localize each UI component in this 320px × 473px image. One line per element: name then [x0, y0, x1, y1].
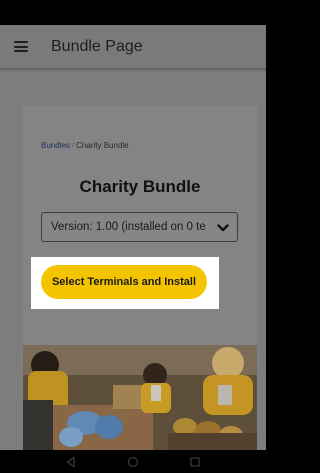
- home-circle-icon[interactable]: [127, 456, 139, 468]
- charity-volunteers-photo: [23, 345, 257, 450]
- system-nav-bar: [0, 450, 266, 473]
- app-bar: Bundle Page: [0, 25, 266, 68]
- select-terminals-install-button[interactable]: Select Terminals and Install: [41, 265, 207, 299]
- bundle-image: [23, 345, 257, 450]
- hamburger-menu-icon[interactable]: [14, 41, 28, 52]
- version-select-value: Version: 1.00 (installed on 0 te: [51, 221, 206, 233]
- bundle-title: Charity Bundle: [79, 177, 201, 196]
- status-bar: [0, 0, 266, 25]
- chevron-down-icon: [217, 224, 229, 232]
- breadcrumb-link-bundles[interactable]: Bundles: [41, 141, 70, 150]
- recents-square-icon[interactable]: [189, 456, 201, 468]
- breadcrumb-current: Charity Bundle: [76, 141, 129, 150]
- page-title: Bundle Page: [51, 37, 143, 55]
- back-triangle-icon[interactable]: [65, 455, 77, 468]
- version-select[interactable]: Version: 1.00 (installed on 0 te: [41, 212, 238, 242]
- breadcrumb: Bundles / Charity Bundle: [41, 141, 129, 150]
- app-bar-shadow: [0, 68, 266, 72]
